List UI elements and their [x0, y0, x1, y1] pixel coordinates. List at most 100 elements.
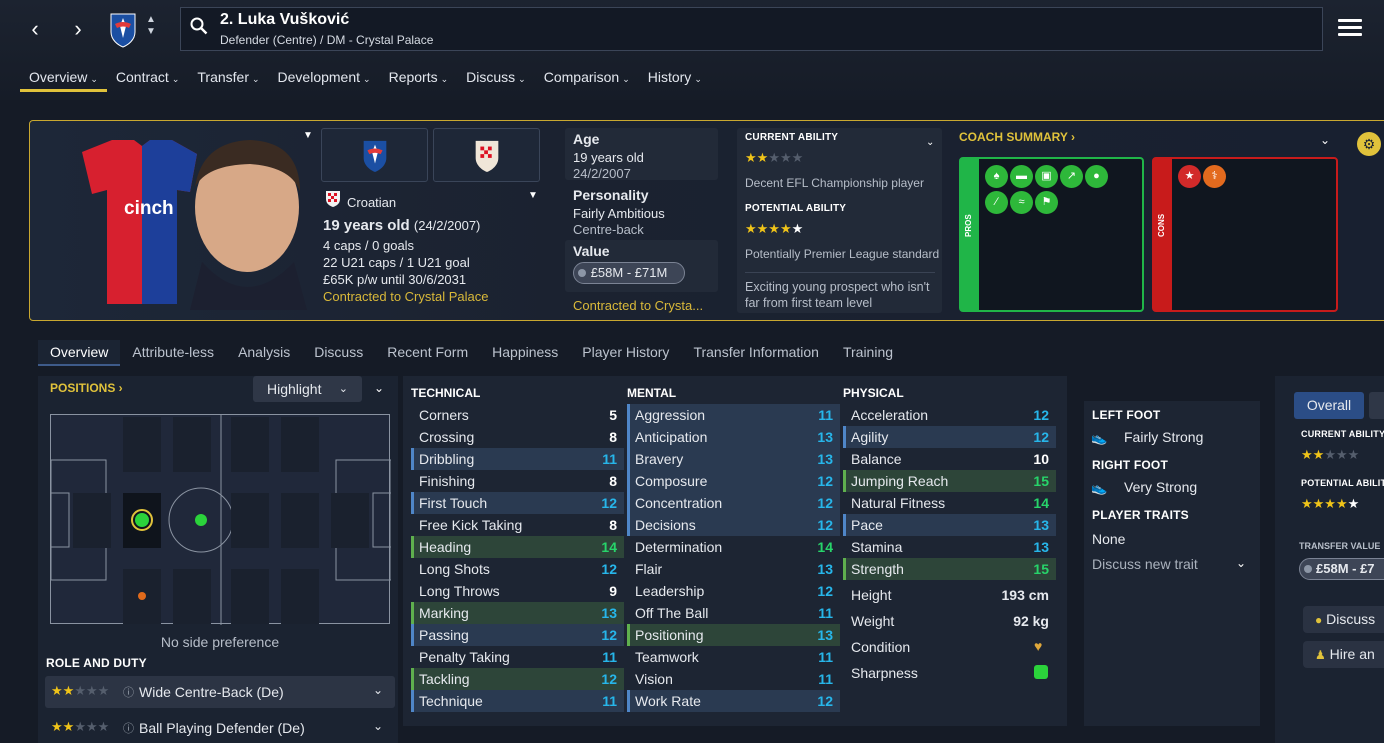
- pro-trait-icon[interactable]: ↗: [1060, 165, 1083, 188]
- attribute-row[interactable]: Concentration 12: [627, 492, 840, 514]
- subtab-happiness[interactable]: Happiness: [480, 340, 570, 366]
- attribute-row[interactable]: Marking 13: [411, 602, 624, 624]
- attribute-row[interactable]: Anticipation 13: [627, 426, 840, 448]
- tab-discuss[interactable]: Discuss ⌄: [457, 68, 535, 92]
- pro-trait-icon[interactable]: ▣: [1035, 165, 1058, 188]
- attribute-row[interactable]: Flair 13: [627, 558, 840, 580]
- attribute-row[interactable]: Free Kick Taking 8: [411, 514, 624, 536]
- search-icon[interactable]: [190, 17, 208, 38]
- overall-toggle[interactable]: Overall: [1294, 392, 1364, 419]
- attribute-row[interactable]: Determination 14: [627, 536, 840, 558]
- attribute-row[interactable]: Pace 13: [843, 514, 1056, 536]
- positions-chevron-icon[interactable]: ⌄: [374, 381, 384, 395]
- contract-short[interactable]: Contracted to Crysta...: [573, 298, 703, 313]
- subtab-training[interactable]: Training: [831, 340, 905, 366]
- left-foot-value: Fairly Strong: [1124, 429, 1204, 445]
- attribute-row[interactable]: Teamwork 11: [627, 646, 840, 668]
- back-arrow-icon[interactable]: ‹: [20, 14, 50, 44]
- attribute-row[interactable]: Bravery 13: [627, 448, 840, 470]
- positions-link[interactable]: POSITIONS ›: [50, 381, 123, 395]
- ability-chevron-icon[interactable]: ⌄: [926, 137, 934, 148]
- settings-gear-icon[interactable]: ⚙: [1357, 132, 1381, 156]
- left-foot-title: LEFT FOOT: [1092, 408, 1161, 422]
- attribute-row[interactable]: Leadership 12: [627, 580, 840, 602]
- pro-trait-icon[interactable]: ≈: [1010, 191, 1033, 214]
- secondary-toggle[interactable]: [1369, 392, 1384, 419]
- attribute-row[interactable]: Aggression 11: [627, 404, 840, 426]
- dob: 24/2/2007: [573, 166, 631, 181]
- attribute-row[interactable]: Tackling 12: [411, 668, 624, 690]
- subtab-discuss[interactable]: Discuss: [302, 340, 375, 366]
- subtab-analysis[interactable]: Analysis: [226, 340, 302, 366]
- subtab-recent-form[interactable]: Recent Form: [375, 340, 480, 366]
- attribute-row[interactable]: Corners 5: [411, 404, 624, 426]
- pro-trait-icon[interactable]: ●: [1085, 165, 1108, 188]
- role-chevron-icon[interactable]: ⌄: [373, 719, 383, 733]
- attribute-row[interactable]: Balance 10: [843, 448, 1056, 470]
- discuss-button[interactable]: ● Discuss: [1303, 606, 1384, 633]
- transfer-value-pill[interactable]: £58M - £7: [1299, 558, 1384, 580]
- attribute-row[interactable]: First Touch 12: [411, 492, 624, 514]
- attribute-row[interactable]: Finishing 8: [411, 470, 624, 492]
- attribute-value: 12: [601, 627, 617, 643]
- con-flask-icon[interactable]: ⚕: [1203, 165, 1226, 188]
- tab-overview[interactable]: Overview ⌄: [20, 68, 107, 92]
- discuss-trait-dropdown[interactable]: Discuss new trait ⌄: [1092, 556, 1252, 572]
- attribute-row[interactable]: Decisions 12: [627, 514, 840, 536]
- role-chevron-icon[interactable]: ⌄: [373, 683, 383, 697]
- tab-reports[interactable]: Reports ⌄: [380, 68, 458, 92]
- attribute-row[interactable]: Jumping Reach 15: [843, 470, 1056, 492]
- info-icon[interactable]: ⓘ: [123, 684, 134, 700]
- attribute-row[interactable]: Heading 14: [411, 536, 624, 558]
- attribute-row[interactable]: Natural Fitness 14: [843, 492, 1056, 514]
- pro-trait-icon[interactable]: ⚑: [1035, 191, 1058, 214]
- role-row[interactable]: ★★★★★ ⓘ Ball Playing Defender (De) ⌄: [45, 712, 395, 743]
- nation-chevron-icon[interactable]: ▼: [528, 190, 538, 201]
- tab-development[interactable]: Development ⌄: [269, 68, 380, 92]
- subtab-transfer-information[interactable]: Transfer Information: [681, 340, 831, 366]
- switch-player-arrows[interactable]: ▲ ▼: [146, 14, 156, 38]
- con-star-icon[interactable]: ★: [1178, 165, 1201, 188]
- attribute-row[interactable]: Composure 12: [627, 470, 840, 492]
- value-pill[interactable]: £58M - £71M: [573, 262, 685, 284]
- hamburger-menu-icon[interactable]: [1338, 19, 1362, 37]
- ability-divider: [745, 272, 935, 273]
- attribute-row[interactable]: Dribbling 11: [411, 448, 624, 470]
- subtab-overview[interactable]: Overview: [38, 340, 121, 366]
- nation-badge-box[interactable]: [433, 128, 540, 182]
- attribute-row[interactable]: Crossing 8: [411, 426, 624, 448]
- role-row[interactable]: ★★★★★ ⓘ Wide Centre-Back (De) ⌄: [45, 676, 395, 708]
- attribute-row[interactable]: Strength 15: [843, 558, 1056, 580]
- pro-trait-icon[interactable]: ∕: [985, 191, 1008, 214]
- attribute-row[interactable]: Positioning 13: [627, 624, 840, 646]
- attribute-row[interactable]: Long Shots 12: [411, 558, 624, 580]
- club-crest-icon[interactable]: [108, 12, 138, 48]
- attribute-row[interactable]: Penalty Taking 11: [411, 646, 624, 668]
- tab-history[interactable]: History ⌄: [639, 68, 711, 92]
- subtab-attribute-less[interactable]: Attribute-less: [120, 340, 226, 366]
- tab-contract[interactable]: Contract ⌄: [107, 68, 188, 92]
- attribute-row[interactable]: Work Rate 12: [627, 690, 840, 712]
- coach-chevron-icon[interactable]: ⌄: [1320, 133, 1330, 147]
- photo-options-chevron-icon[interactable]: ▼: [303, 130, 313, 141]
- attribute-row[interactable]: Stamina 13: [843, 536, 1056, 558]
- attribute-row[interactable]: Passing 12: [411, 624, 624, 646]
- tab-transfer[interactable]: Transfer ⌄: [188, 68, 268, 92]
- tab-comparison[interactable]: Comparison ⌄: [535, 68, 639, 92]
- attribute-row[interactable]: Off The Ball 11: [627, 602, 840, 624]
- info-icon[interactable]: ⓘ: [123, 720, 134, 736]
- club-badge-box[interactable]: [321, 128, 428, 182]
- forward-arrow-icon[interactable]: ›: [63, 14, 93, 44]
- attribute-row[interactable]: Agility 12: [843, 426, 1056, 448]
- subtab-player-history[interactable]: Player History: [570, 340, 681, 366]
- contract-status[interactable]: Contracted to Crystal Palace: [323, 289, 488, 304]
- hire-button[interactable]: ♟ Hire an: [1303, 641, 1384, 668]
- pro-trait-icon[interactable]: ▬: [1010, 165, 1033, 188]
- attribute-row[interactable]: Long Throws 9: [411, 580, 624, 602]
- attribute-row[interactable]: Vision 11: [627, 668, 840, 690]
- pro-trait-icon[interactable]: ♠: [985, 165, 1008, 188]
- attribute-row[interactable]: Technique 11: [411, 690, 624, 712]
- coach-summary-link[interactable]: COACH SUMMARY ›: [959, 130, 1075, 144]
- attribute-row[interactable]: Acceleration 12: [843, 404, 1056, 426]
- highlight-dropdown[interactable]: Highlight ⌄: [253, 376, 362, 402]
